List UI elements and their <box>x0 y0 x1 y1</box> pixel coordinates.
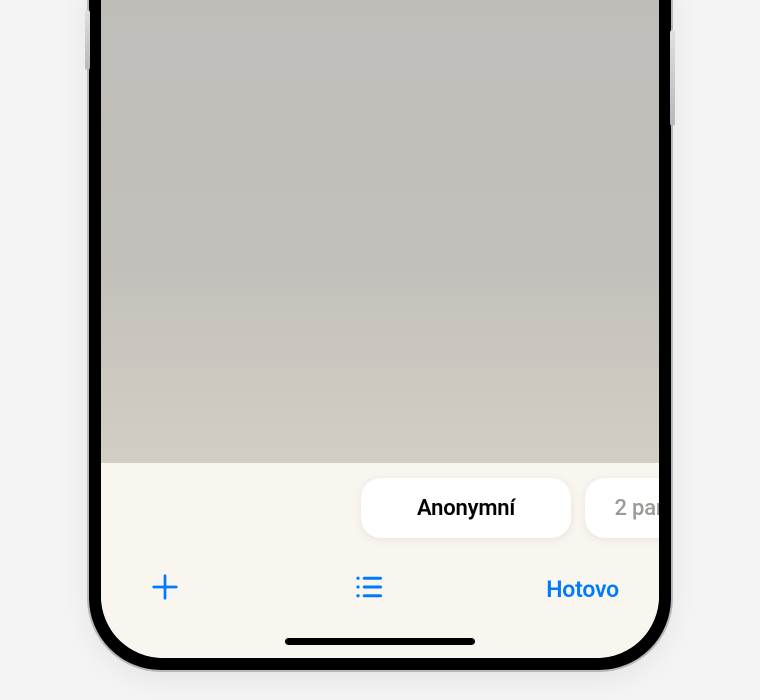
tab-overview-area[interactable] <box>101 0 659 463</box>
tab-groups-menu-button[interactable] <box>344 567 392 611</box>
tab-group-private[interactable]: Anonymní <box>361 478 571 538</box>
home-indicator[interactable] <box>285 638 475 645</box>
phone-screen: Anonymní 2 panely <box>101 0 659 658</box>
tab-group-switcher[interactable]: Anonymní 2 panely <box>101 463 659 553</box>
phone-frame: Anonymní 2 panely <box>89 0 671 670</box>
tab-group-private-label: Anonymní <box>417 496 515 521</box>
bottom-toolbar: Hotovo <box>101 553 659 658</box>
side-button-right <box>670 30 675 126</box>
tab-group-count-label: 2 panely <box>614 496 659 521</box>
new-tab-button[interactable] <box>141 567 189 611</box>
done-button[interactable]: Hotovo <box>546 567 619 611</box>
tab-group-count[interactable]: 2 panely <box>585 478 659 538</box>
side-button-left <box>85 10 90 70</box>
done-button-label: Hotovo <box>546 576 619 603</box>
plus-icon <box>150 572 180 606</box>
list-bullet-icon <box>353 572 383 606</box>
